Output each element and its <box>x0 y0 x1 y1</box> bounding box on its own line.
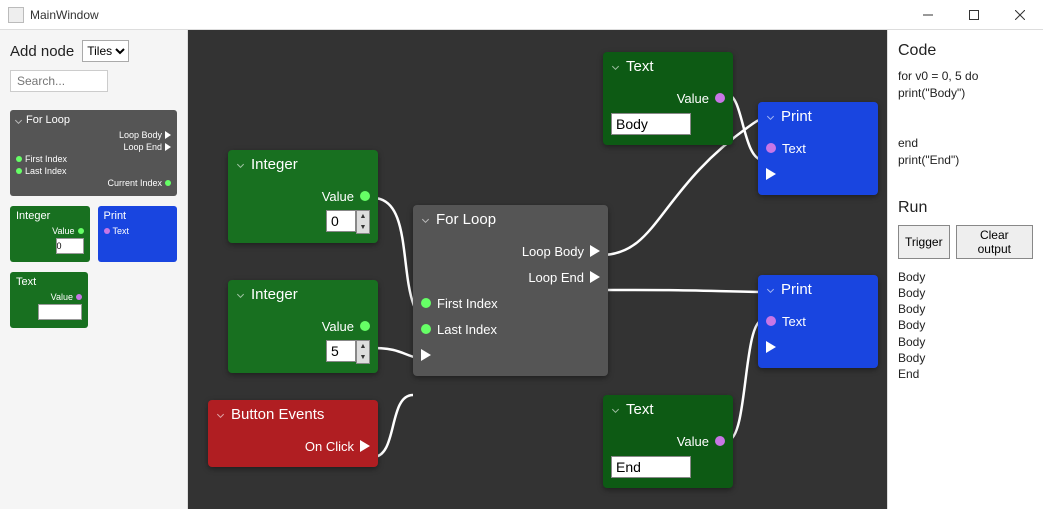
chevron-down-icon <box>217 411 224 418</box>
port-icon <box>78 228 84 234</box>
port-icon <box>165 180 171 186</box>
port-icon <box>16 168 22 174</box>
node-text-end[interactable]: Text Value <box>603 395 733 488</box>
right-panel: Code for v0 = 0, 5 do print("Body") end … <box>887 30 1043 509</box>
input-port[interactable] <box>766 316 776 326</box>
code-display: for v0 = 0, 5 do print("Body") end print… <box>898 68 1033 169</box>
text-preview-input[interactable] <box>38 304 82 320</box>
port-icon <box>16 156 22 162</box>
output-port[interactable] <box>360 321 370 331</box>
port-icon <box>76 294 82 300</box>
node-for-loop[interactable]: For Loop Loop Body Loop End First Index … <box>413 205 608 376</box>
palette-forloop[interactable]: For Loop Loop Body Loop End First Index … <box>10 110 177 196</box>
chevron-down-icon <box>422 216 429 223</box>
input-port[interactable] <box>421 298 431 308</box>
chevron-down-icon <box>767 113 774 120</box>
integer-2-value[interactable] <box>326 340 356 362</box>
output-line: Body <box>898 317 1033 333</box>
palette-print[interactable]: Print Text <box>98 206 178 262</box>
code-heading: Code <box>898 42 1033 60</box>
canvas[interactable]: Integer Value ▲▼ Integer Value ▲▼ Button… <box>188 30 887 509</box>
view-mode-select[interactable]: Tiles <box>82 40 129 62</box>
clear-output-button[interactable]: Clear output <box>956 225 1033 259</box>
maximize-button[interactable] <box>951 0 997 30</box>
spinner-down[interactable]: ▼ <box>357 222 369 233</box>
node-print-2[interactable]: Print Text <box>758 275 878 368</box>
exec-in-port[interactable] <box>766 168 776 180</box>
spinner-down[interactable]: ▼ <box>357 352 369 363</box>
sidebar: Add node Tiles For Loop Loop Body Loop E… <box>0 30 188 509</box>
output-line: Body <box>898 285 1033 301</box>
exec-out-port[interactable] <box>360 440 370 452</box>
text-body-value[interactable] <box>611 113 691 135</box>
output-line: Body <box>898 334 1033 350</box>
output-port[interactable] <box>360 191 370 201</box>
app-icon <box>8 7 24 23</box>
node-print-1[interactable]: Print Text <box>758 102 878 195</box>
output-line: Body <box>898 269 1033 285</box>
search-input[interactable] <box>10 70 108 92</box>
port-icon <box>165 143 171 151</box>
chevron-down-icon <box>237 161 244 168</box>
input-port[interactable] <box>766 143 776 153</box>
node-button-events[interactable]: Button Events On Click <box>208 400 378 467</box>
output-line: Body <box>898 301 1033 317</box>
chevron-down-icon <box>612 63 619 70</box>
integer-1-value[interactable] <box>326 210 356 232</box>
spinner-up[interactable]: ▲ <box>357 211 369 222</box>
exec-out-port[interactable] <box>590 245 600 257</box>
node-integer-1[interactable]: Integer Value ▲▼ <box>228 150 378 243</box>
node-integer-2[interactable]: Integer Value ▲▼ <box>228 280 378 373</box>
window-title: MainWindow <box>30 8 905 22</box>
chevron-down-icon <box>612 406 619 413</box>
exec-in-port[interactable] <box>421 349 431 361</box>
node-text-body[interactable]: Text Value <box>603 52 733 145</box>
run-heading: Run <box>898 199 1033 217</box>
output-line: Body <box>898 350 1033 366</box>
window-titlebar: MainWindow <box>0 0 1043 30</box>
exec-out-port[interactable] <box>590 271 600 283</box>
chevron-down-icon <box>767 286 774 293</box>
palette-text[interactable]: Text Value <box>10 272 88 328</box>
integer-preview-input[interactable] <box>56 238 84 254</box>
output-port[interactable] <box>715 93 725 103</box>
node-palette: For Loop Loop Body Loop End First Index … <box>10 110 177 499</box>
output-port[interactable] <box>715 436 725 446</box>
output-line: End <box>898 366 1033 382</box>
chevron-down-icon <box>237 291 244 298</box>
output-log: Body Body Body Body Body Body End <box>898 269 1033 382</box>
text-end-value[interactable] <box>611 456 691 478</box>
palette-integer[interactable]: Integer Value <box>10 206 90 262</box>
port-icon <box>165 131 171 139</box>
input-port[interactable] <box>421 324 431 334</box>
add-node-heading: Add node <box>10 43 74 60</box>
minimize-button[interactable] <box>905 0 951 30</box>
close-button[interactable] <box>997 0 1043 30</box>
chevron-down-icon <box>15 116 22 123</box>
trigger-button[interactable]: Trigger <box>898 225 950 259</box>
port-icon <box>104 228 110 234</box>
exec-in-port[interactable] <box>766 341 776 353</box>
spinner-up[interactable]: ▲ <box>357 341 369 352</box>
